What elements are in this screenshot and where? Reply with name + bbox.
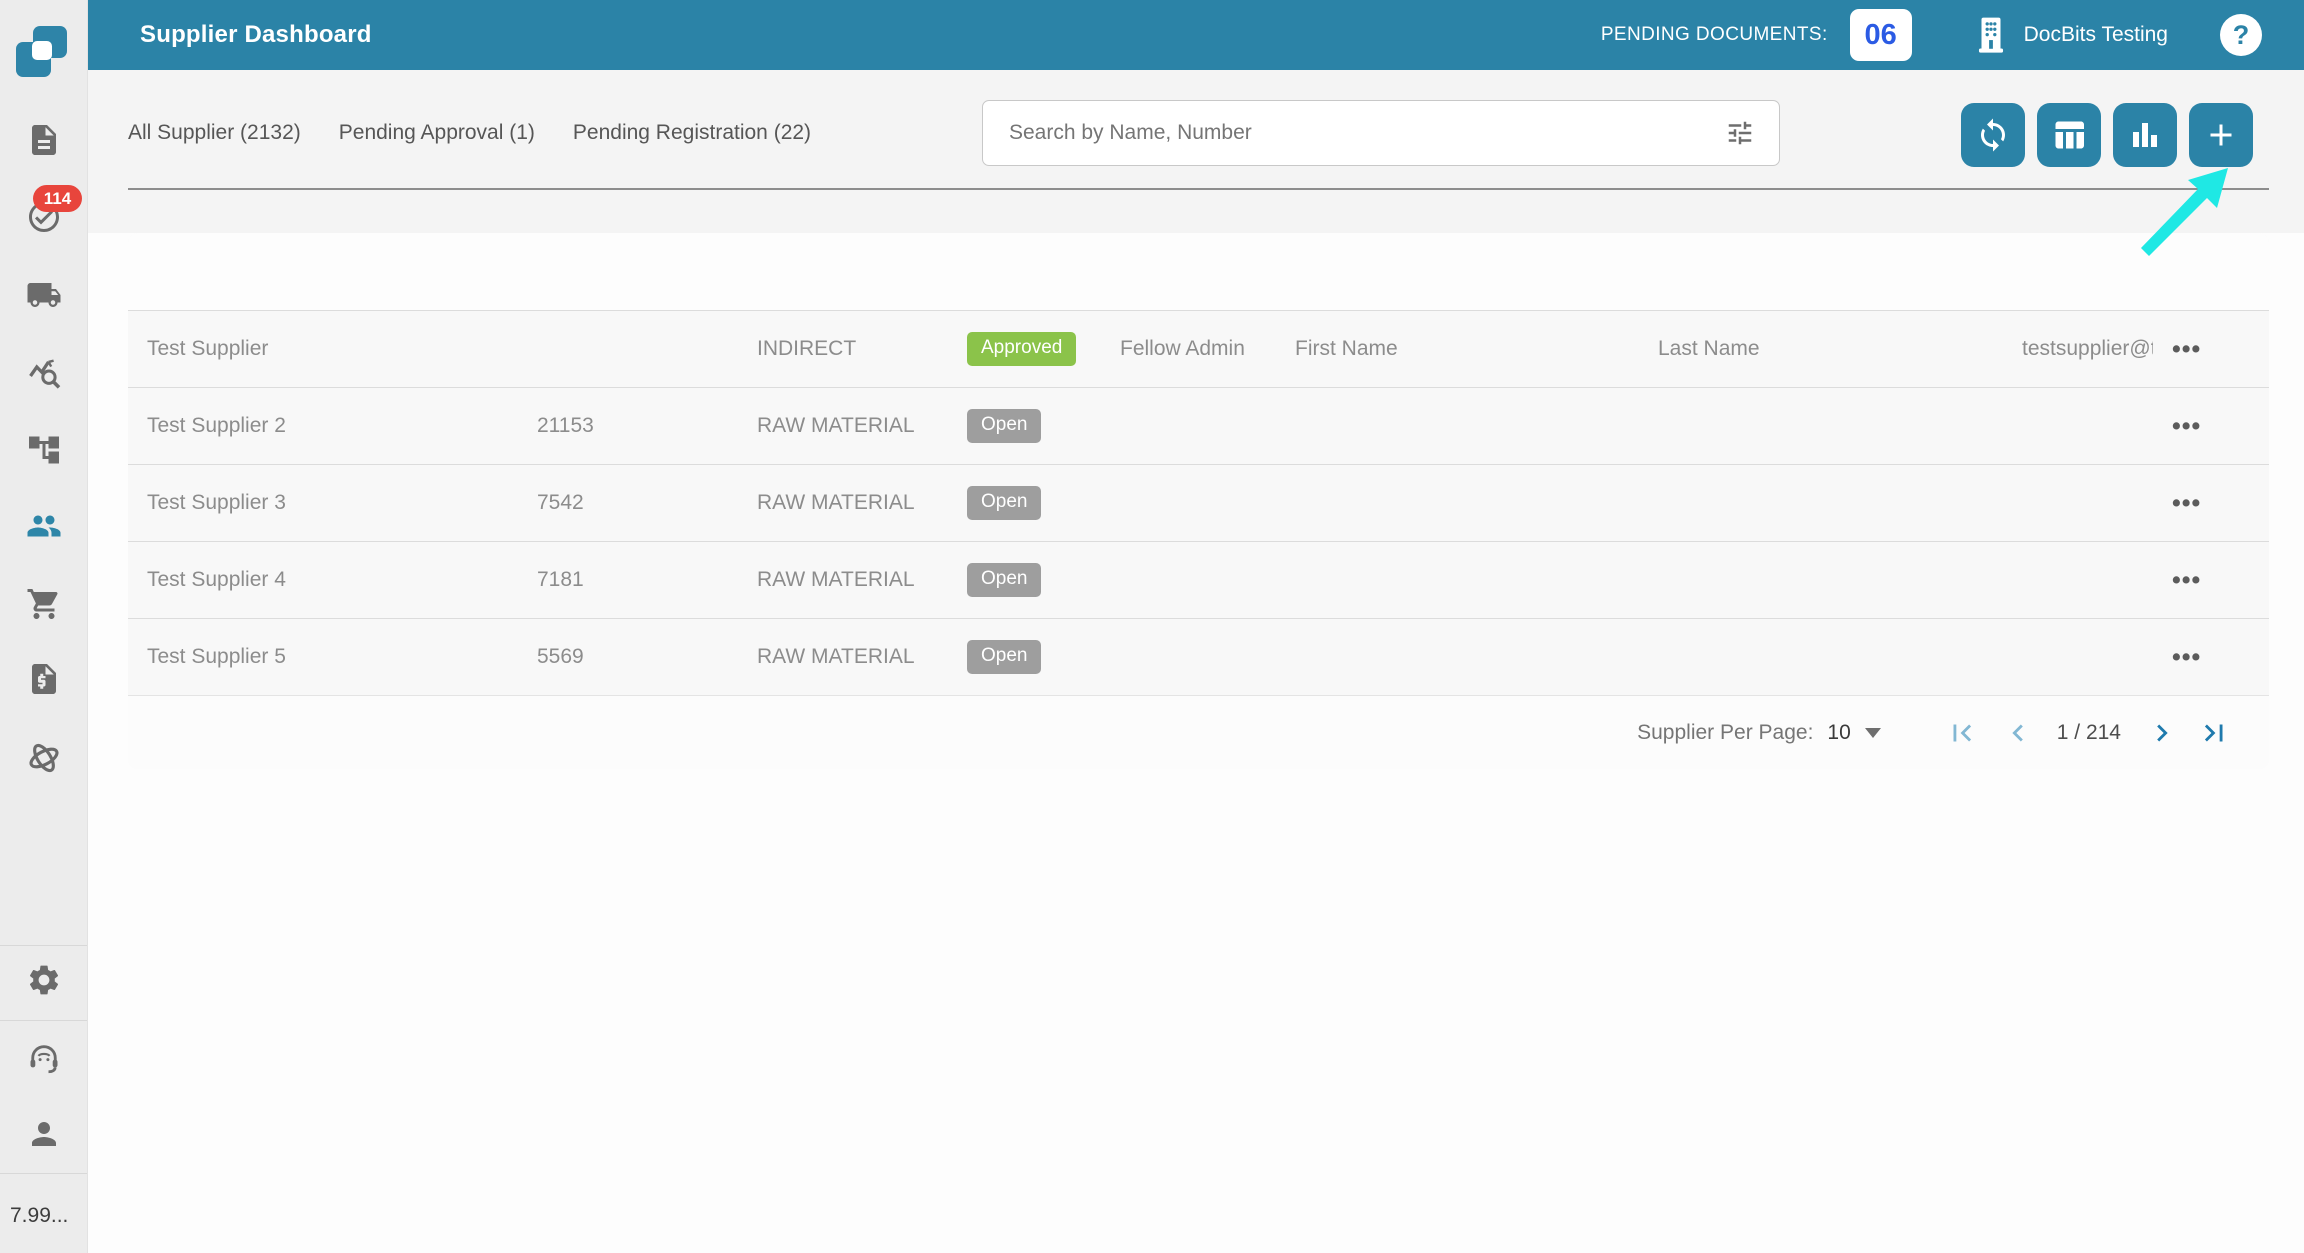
next-page-button[interactable] [2145,716,2179,750]
cell-status: Open [948,409,1101,443]
status-badge: Open [967,486,1042,520]
filter-tune-icon[interactable] [1725,118,1755,148]
refresh-icon [1981,118,2005,152]
table-body: Test Supplier INDIRECT Approved Fellow Admi… [128,310,2269,695]
sidebar-divider [0,945,87,946]
search-box [982,100,1780,166]
app-logo-icon[interactable] [16,26,68,78]
cell-referrer: Fellow Admin [1120,337,1245,360]
settings-icon[interactable] [0,962,88,998]
shopping-cart-icon[interactable] [0,586,88,622]
cell-responder_first: First Name [1295,337,1398,360]
row-actions-button[interactable]: ••• [2172,335,2201,363]
cell-groups: RAW MATERIAL [757,645,915,668]
page-indicator: 1 / 214 [2056,720,2121,744]
workflow-icon[interactable] [0,432,88,468]
cell-status: Open [948,486,1101,520]
invoice-icon[interactable] [0,661,88,697]
cell-groups: RAW MATERIAL [757,414,915,437]
row-actions-button[interactable]: ••• [2172,643,2201,671]
row-actions-button[interactable]: ••• [2172,412,2201,440]
first-page-button[interactable] [1945,716,1979,750]
cell-action: ••• [2153,489,2250,518]
notification-badge: 114 [33,185,82,212]
cell-action: ••• [2153,335,2250,364]
tab-all-supplier-2132[interactable]: All Supplier (2132) [128,121,301,145]
table-view-button[interactable] [2037,103,2101,167]
cell-name: Test Supplier [147,337,269,360]
cell-name: Test Supplier 3 [147,491,286,514]
row-actions-button[interactable]: ••• [2172,489,2201,517]
last-page-button[interactable] [2197,716,2231,750]
status-badge: Open [967,563,1042,597]
search-input[interactable] [983,101,1725,165]
pending-documents-label: PENDING DOCUMENTS: [1600,24,1828,45]
supplier-tabs: All Supplier (2132) Pending Approval (1) P… [128,100,811,166]
cell-groups: INDIRECT [757,337,857,360]
delivery-truck-icon[interactable] [0,277,88,313]
documents-icon[interactable] [0,122,88,158]
add-supplier-button[interactable] [2189,103,2253,167]
table-row[interactable]: Test Supplier 3 7542 RAW MATERIAL Open ••• [128,464,2269,541]
cell-name: Test Supplier 4 [147,568,286,591]
cell-name: Test Supplier 5 [147,645,286,668]
help-icon[interactable]: ? [2220,14,2262,56]
tab-pending-registration-22[interactable]: Pending Registration (22) [573,121,811,145]
cell-groups: RAW MATERIAL [757,491,915,514]
profile-icon[interactable] [0,1116,88,1152]
page-title: Supplier Dashboard [140,21,372,48]
building-icon [1978,17,2003,53]
status-badge: Open [967,640,1042,674]
app-version: 7.99... [10,1204,69,1227]
per-page-label: Supplier Per Page: [1637,720,1814,744]
table-view-icon [2055,121,2084,149]
cell-number: 7542 [537,491,584,514]
cell-action: ••• [2153,566,2250,595]
previous-page-button[interactable] [2001,716,2035,750]
table-row[interactable]: Test Supplier 2 21153 RAW MATERIAL Open ••• [128,387,2269,464]
toolbar [1961,103,2253,167]
cell-responder_email: testsupplier@t [2022,337,2153,360]
organization-name[interactable]: DocBits Testing [2024,23,2168,47]
cell-number: 21153 [537,414,594,437]
suppliers-icon[interactable] [0,508,88,544]
support-icon[interactable] [0,1041,88,1077]
pagination-bar: Supplier Per Page: 10 1 / 214 [128,695,2269,769]
sidebar: 114 7.99... [0,0,88,1253]
table-row[interactable]: Test Supplier INDIRECT Approved Fellow Admi… [128,310,2269,387]
cell-number: 5569 [537,645,584,668]
tab-pending-approval-1[interactable]: Pending Approval (1) [339,121,535,145]
top-bar: Supplier Dashboard PENDING DOCUMENTS: 06… [88,0,2304,70]
cell-groups: RAW MATERIAL [757,568,915,591]
supplier-table: Test Supplier INDIRECT Approved Fellow Admi… [128,233,2269,769]
status-badge: Open [967,409,1042,443]
per-page-select[interactable]: 10 [1827,721,1850,745]
tabs-divider [128,188,2269,190]
chart-view-icon [2133,123,2157,147]
sidebar-divider [0,1173,87,1174]
status-badge: Approved [967,332,1077,366]
table-row[interactable]: Test Supplier 4 7181 RAW MATERIAL Open ••• [128,541,2269,618]
cell-status: Open [948,640,1101,674]
per-page-caret-icon[interactable] [1864,727,1881,738]
cell-status: Open [948,563,1101,597]
sidebar-divider [0,1020,87,1021]
cell-name: Test Supplier 2 [147,414,286,437]
cell-number: 7181 [537,568,584,591]
pending-documents-count[interactable]: 06 [1849,9,1912,61]
table-row[interactable]: Test Supplier 5 5569 RAW MATERIAL Open ••• [128,618,2269,695]
chart-view-button[interactable] [2113,103,2177,167]
row-actions-button[interactable]: ••• [2172,566,2201,594]
cell-action: ••• [2153,643,2250,672]
table-header-row [128,233,2269,310]
cell-responder_last: Last Name [1658,337,1760,360]
analytics-icon[interactable] [0,355,88,391]
cell-status: Approved [948,332,1101,366]
integrations-icon[interactable] [0,740,88,776]
cell-action: ••• [2153,412,2250,441]
refresh-button[interactable] [1961,103,2025,167]
add-supplier-icon [2210,124,2232,146]
